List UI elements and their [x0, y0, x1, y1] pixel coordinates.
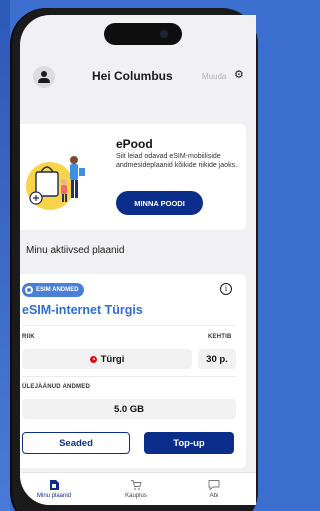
gear-icon[interactable]: ⚙ [234, 69, 244, 81]
tab-label: Abi [209, 493, 219, 499]
profile-avatar-icon[interactable] [33, 66, 55, 88]
shop-title: ePood [116, 137, 153, 151]
tab-label: Kauplus [125, 493, 147, 499]
cart-icon [130, 478, 142, 490]
background-stripe [0, 0, 10, 511]
info-icon[interactable]: i [220, 283, 232, 295]
go-to-shop-button[interactable]: MINNA POODI [116, 191, 203, 215]
esim-data-badge: ESIM ANDMED [22, 283, 85, 297]
topup-button[interactable]: Top-up [144, 432, 234, 454]
chat-bubble-icon [208, 478, 220, 491]
esim-icon [25, 286, 33, 294]
country-value: Türgi [100, 353, 125, 365]
remaining-data-box: 5.0 GB [22, 399, 236, 419]
app-screen: Hei Columbus Muuda ⚙ ePood Siit leiad od… [20, 15, 256, 505]
edit-link[interactable]: Muuda [202, 72, 226, 81]
tab-my-plans[interactable]: Minu plaanid [24, 478, 84, 499]
bottom-tab-bar: Minu plaanid Kauplus Abi [20, 472, 256, 505]
country-label: RIIK [22, 334, 35, 340]
camera-icon [160, 30, 168, 38]
validity-label: KEHTIB [208, 334, 232, 340]
turkey-flag-icon [89, 355, 97, 363]
divider [22, 325, 236, 326]
divider [22, 376, 236, 377]
camera-notch [104, 23, 182, 45]
shopping-illustration-icon [26, 156, 85, 210]
remaining-data-label: ÜLEJÄÄNUD ANDMED [22, 384, 90, 390]
badge-label: ESIM ANDMED [36, 287, 79, 293]
greeting-title: Hei Columbus [92, 69, 173, 83]
eshop-card: ePood Siit leiad odavad eSIM-mobiiliside… [20, 124, 246, 230]
sim-card-icon [48, 478, 60, 490]
plan-name: eSIM-internet Türgis [22, 303, 143, 317]
validity-value: 30 p. [206, 353, 228, 365]
app-header: Hei Columbus Muuda ⚙ [20, 59, 256, 95]
shop-description: Siit leiad odavad eSIM-mobiiliside andme… [116, 153, 238, 169]
active-plans-heading: Minu aktiivsed plaanid [26, 245, 125, 256]
validity-value-box: 30 p. [198, 349, 236, 369]
tab-shop[interactable]: Kauplus [106, 478, 166, 499]
remaining-data-value: 5.0 GB [113, 403, 145, 415]
settings-button[interactable]: Seaded [22, 432, 130, 454]
tab-label: Minu plaanid [36, 493, 72, 499]
plan-card[interactable]: ESIM ANDMED i eSIM-internet Türgis RIIK … [20, 274, 246, 468]
tab-help[interactable]: Abi [184, 478, 244, 499]
country-value-box: Türgi [22, 349, 192, 369]
